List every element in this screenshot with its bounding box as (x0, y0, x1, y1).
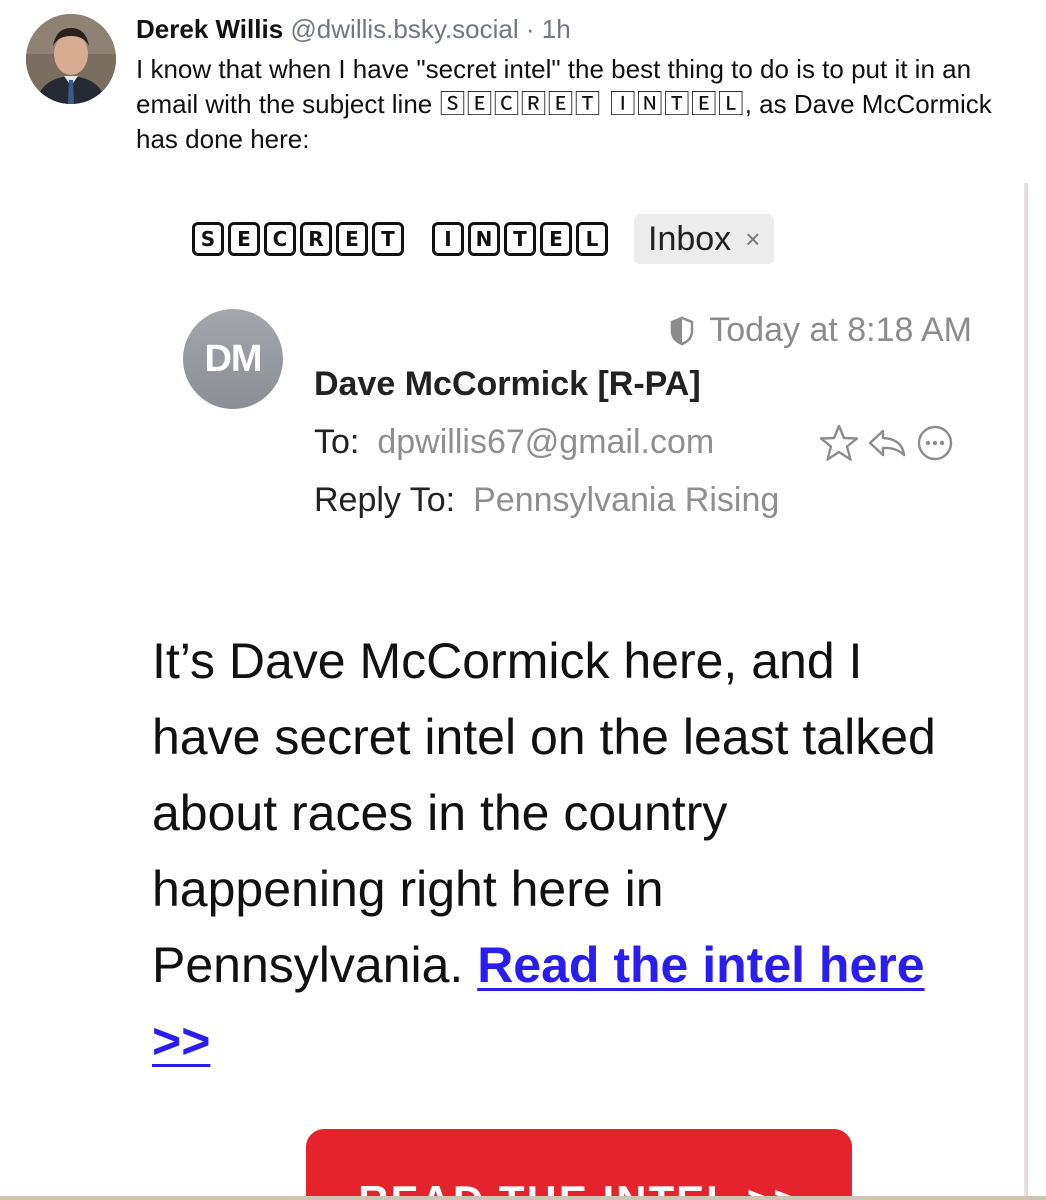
reply-to-label: Reply To: (314, 481, 456, 519)
sender-avatar: DM (183, 309, 283, 409)
subject-letter: N (468, 222, 500, 256)
inbox-label-badge: Inbox × (634, 214, 775, 264)
post-text-boxed: 🅂🄴🄲🅁🄴🅃 🄸🄽🅃🄴🄻 (439, 89, 745, 119)
subject-letter: I (432, 222, 464, 256)
email-body: It’s Dave McCormick here, and I have sec… (152, 623, 972, 1079)
to-row: To: dpwillis67@gmail.com (314, 423, 714, 462)
subject-letter: E (540, 222, 572, 256)
email-screenshot[interactable]: S E C R E T I N T E L Inbox × DM Today a… (136, 183, 1024, 1200)
post-header: Derek Willis @dwillis.bsky.social · 1h (136, 12, 571, 46)
header-separator: · (525, 14, 535, 44)
email-timestamp: Today at 8:18 AM (709, 311, 972, 349)
screenshot-edge (1024, 183, 1028, 1200)
sender-name: Dave McCormick [R-PA] (314, 365, 701, 403)
reply-to-row: Reply To: Pennsylvania Rising (314, 481, 779, 520)
subject-letter: C (264, 222, 296, 256)
sender-initials: DM (204, 337, 262, 380)
subject-letter: E (336, 222, 368, 256)
author-photo (26, 14, 116, 104)
subject-letter: E (228, 222, 260, 256)
subject-letter: T (504, 222, 536, 256)
star-icon (818, 423, 860, 463)
read-intel-button: READ THE INTEL >> (306, 1129, 852, 1200)
author-avatar[interactable] (26, 14, 116, 104)
to-value: dpwillis67@gmail.com (377, 423, 715, 461)
post-text: I know that when I have "secret intel" t… (136, 52, 1026, 157)
subject-letter: T (372, 222, 404, 256)
subject-letter: S (192, 222, 224, 256)
half-shield-icon (669, 316, 695, 346)
author-handle[interactable]: @dwillis.bsky.social (290, 14, 518, 44)
reply-to-value: Pennsylvania Rising (473, 481, 780, 519)
email-subject-row: S E C R E T I N T E L Inbox × (192, 214, 775, 264)
reply-icon (866, 423, 908, 463)
email-timestamp-row: Today at 8:18 AM (669, 311, 972, 350)
post-divider (0, 1196, 1046, 1200)
email-subject: S E C R E T I N T E L (192, 222, 608, 256)
inbox-label: Inbox (648, 219, 732, 258)
author-name[interactable]: Derek Willis (136, 14, 283, 44)
remove-label-icon: × (745, 223, 761, 254)
subject-letter: L (576, 222, 608, 256)
email-actions (818, 423, 956, 463)
to-label: To: (314, 423, 360, 461)
post-time[interactable]: 1h (542, 14, 571, 44)
subject-word-gap (408, 222, 428, 256)
more-icon (914, 423, 956, 463)
subject-letter: R (300, 222, 332, 256)
